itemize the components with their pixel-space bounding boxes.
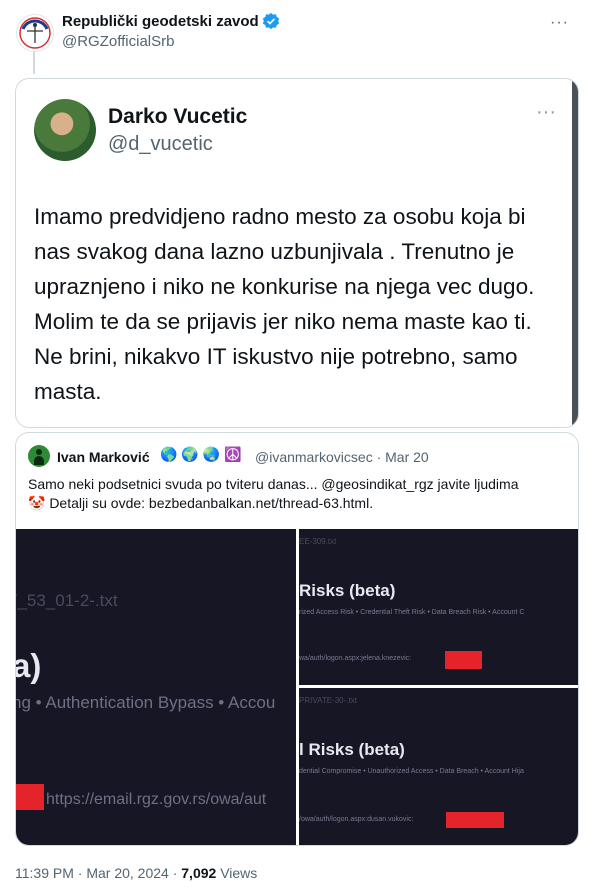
views-label: Views	[216, 865, 258, 881]
embedded-more-icon: ···	[536, 101, 556, 123]
quote-text: Samo neki podsetnici svuda po tviteru da…	[28, 475, 568, 513]
quoted-post-card[interactable]: Ivan Marković 🌎 🌍 🌏 ☮️ @ivanmarkovicsec …	[15, 432, 579, 846]
tile-2-url: wa/auth/logon.aspx:jelena.knezevic:	[299, 655, 412, 662]
quote-author-emojis: 🌎 🌍 🌏 ☮️	[160, 446, 242, 462]
rgz-logo-icon	[19, 17, 51, 49]
media-tile-2[interactable]: EE-309.txt Risks (beta) rized Access Ris…	[299, 529, 578, 685]
media-tile-1[interactable]: 7_53_01-2-.txt a) ng • Authentication By…	[16, 529, 296, 845]
author-name[interactable]: Republički geodetski zavod	[62, 13, 259, 30]
tile-1-url: https://email.rgz.gov.rs/owa/aut	[46, 791, 267, 808]
embedded-avatar	[34, 99, 96, 161]
tile-3-title: l Risks (beta)	[299, 740, 405, 759]
quote-author-avatar	[28, 445, 50, 467]
quote-text-line-2: 🤡 Detalji su ovde: bezbedanbalkan.net/th…	[28, 495, 374, 511]
verified-badge-icon	[262, 12, 280, 30]
quote-text-line-1: Samo neki podsetnici svuda po tviteru da…	[28, 476, 519, 492]
tile-1-risks: ng • Authentication Bypass • Accou	[16, 693, 276, 712]
embedded-author-handle: @d_vucetic	[108, 133, 213, 155]
post-timestamp[interactable]: 11:39 PM · Mar 20, 2024 ·	[15, 865, 181, 881]
redaction-box	[16, 784, 44, 810]
image-edge	[572, 79, 578, 427]
more-options-icon[interactable]: ···	[550, 14, 569, 32]
quote-author-name: Ivan Marković	[57, 449, 150, 465]
tile-2-title: Risks (beta)	[299, 581, 396, 600]
tile-2-risks: rized Access Risk • Credential Theft Ris…	[299, 609, 525, 616]
author-handle[interactable]: @RGZofficialSrb	[62, 33, 174, 50]
author-avatar[interactable]	[16, 14, 54, 52]
media-tile-3[interactable]: PRIVATE-30-.txt l Risks (beta) dential C…	[299, 688, 578, 845]
tile-2-filename: EE-309.txt	[299, 537, 337, 546]
tile-1-title: a)	[16, 647, 42, 684]
quote-media-grid: 7_53_01-2-.txt a) ng • Authentication By…	[16, 529, 578, 845]
post-image[interactable]: Darko Vucetic @d_vucetic ··· Imamo predv…	[15, 78, 579, 428]
views-count: 7,092	[181, 865, 217, 881]
redaction-box	[445, 651, 482, 669]
embedded-tweet-text: Imamo predvidjeno radno mesto za osobu k…	[34, 204, 535, 404]
tile-3-filename: PRIVATE-30-.txt	[299, 696, 357, 705]
embedded-author-name: Darko Vucetic	[108, 105, 248, 128]
redaction-box	[446, 812, 504, 828]
tile-3-risks: dential Compromise • Unauthorized Access…	[299, 768, 524, 775]
thread-line	[33, 52, 35, 74]
tile-3-url: /owa/auth/logon.aspx:dusan.vukovic:	[299, 816, 414, 823]
quote-author-handle: @ivanmarkovicsec · Mar 20	[255, 449, 429, 465]
tile-1-filename: 7_53_01-2-.txt	[16, 591, 118, 610]
post-metadata: 11:39 PM · Mar 20, 2024 · 7,092 Views	[15, 865, 257, 881]
